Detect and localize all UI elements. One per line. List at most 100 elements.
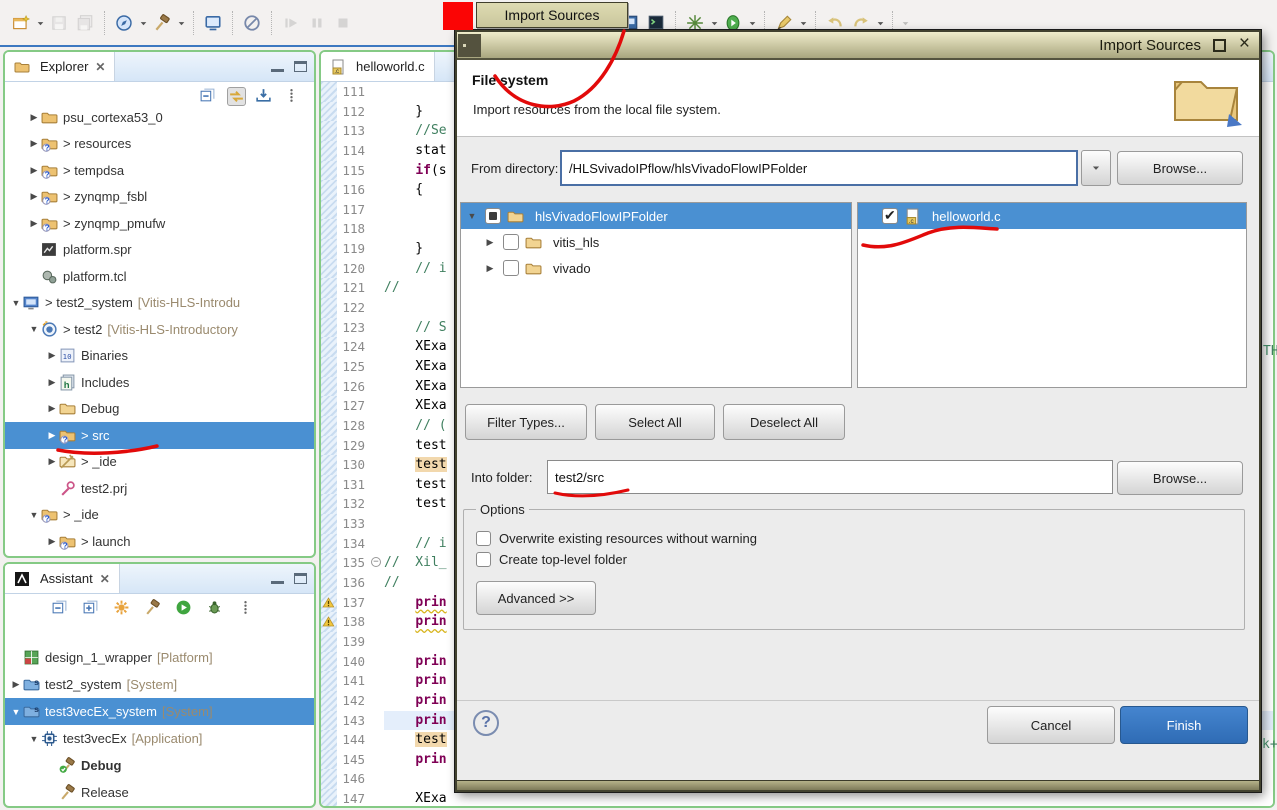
link-with-editor-icon[interactable]	[227, 87, 246, 106]
twisty-icon[interactable]: ▼	[9, 298, 23, 308]
tree-item-platform-tcl[interactable]: platform.tcl	[5, 263, 314, 290]
pause-icon[interactable]	[306, 12, 328, 34]
advanced-button[interactable]: Advanced >>	[476, 581, 596, 615]
twisty-icon[interactable]: ▶	[27, 218, 41, 229]
fold-marker-icon[interactable]: −	[370, 553, 384, 573]
terminal-icon[interactable]	[202, 12, 224, 34]
resume-icon[interactable]	[280, 12, 302, 34]
help-button[interactable]: ?	[473, 710, 499, 736]
source-folder-tree[interactable]: ▼hlsVivadoFlowIPFolder▶vitis_hls▶vivado	[460, 202, 852, 388]
twisty-icon[interactable]: ▼	[27, 324, 41, 334]
twisty-icon[interactable]: ▶	[9, 679, 23, 690]
dialog-close-icon[interactable]: ×	[1239, 33, 1250, 55]
source-file-list[interactable]: .chelloworld.c	[857, 202, 1247, 388]
tree-item-debug[interactable]: ▶Debug	[5, 396, 314, 423]
settings-gear-icon[interactable]	[113, 599, 132, 618]
toplevel-checkbox[interactable]	[476, 552, 491, 567]
twisty-icon[interactable]: ▶	[27, 165, 41, 176]
new-wizard-icon[interactable]	[10, 12, 32, 34]
tab-explorer[interactable]: Explorer ✕	[5, 52, 115, 81]
filter-types-button[interactable]: Filter Types...	[465, 404, 587, 440]
deselect-all-button[interactable]: Deselect All	[723, 404, 845, 440]
tree-item-debug[interactable]: Debug	[5, 752, 314, 779]
overwrite-option[interactable]: Overwrite existing resources without war…	[476, 531, 1232, 546]
from-directory-input[interactable]	[560, 150, 1078, 186]
checkbox-gray[interactable]	[485, 208, 501, 224]
debug-config-icon[interactable]	[113, 12, 135, 34]
twisty-icon[interactable]: ▶	[45, 430, 59, 441]
tree-item-psu-cortexa53-0[interactable]: ▶psu_cortexa53_0	[5, 110, 314, 131]
assistant-tab-close-icon[interactable]: ✕	[100, 572, 110, 586]
tree-item-includes[interactable]: ▶hIncludes	[5, 369, 314, 396]
twisty-icon[interactable]: ▶	[27, 191, 41, 202]
checkbox-unchecked[interactable]	[503, 260, 519, 276]
assistant-view-menu-icon[interactable]	[237, 599, 256, 618]
tree-item-helloworld-c[interactable]: .chelloworld.c	[858, 203, 1246, 229]
tree-item-vivado[interactable]: ▶vivado	[461, 255, 851, 281]
browse-bottom-button[interactable]: Browse...	[1117, 461, 1243, 495]
finish-button[interactable]: Finish	[1120, 706, 1248, 744]
cancel-button[interactable]: Cancel	[987, 706, 1115, 744]
tree-item--ide[interactable]: ▶> _ide	[5, 449, 314, 476]
import-icon[interactable]	[255, 87, 274, 106]
tab-helloworld-c[interactable]: .c helloworld.c	[321, 52, 435, 81]
stop-icon[interactable]	[332, 12, 354, 34]
twisty-icon[interactable]: ▶	[45, 456, 59, 467]
tree-item-tempdsa[interactable]: ▶?> tempdsa	[5, 157, 314, 184]
toplevel-option[interactable]: Create top-level folder	[476, 552, 1232, 567]
tree-item-launch[interactable]: ▶?> launch	[5, 528, 314, 555]
tree-item-test2-system[interactable]: ▼> test2_system[Vitis-HLS-Introdu	[5, 290, 314, 317]
from-directory-dropdown-button[interactable]	[1081, 150, 1111, 186]
dialog-titlebar[interactable]: Import Sources ×	[457, 32, 1259, 60]
into-folder-input[interactable]	[547, 460, 1113, 494]
build-dropdown-icon[interactable]	[175, 12, 187, 34]
assistant-run-icon[interactable]	[175, 599, 194, 618]
tree-item-hlsvivadoflowipfolder[interactable]: ▼hlsVivadoFlowIPFolder	[461, 203, 851, 229]
skip-breakpoints-icon[interactable]	[241, 12, 263, 34]
dialog-maximize-icon[interactable]	[1213, 39, 1226, 52]
collapse-all-icon[interactable]	[199, 87, 218, 106]
tree-item-test2-prj[interactable]: test2.prj	[5, 475, 314, 502]
assistant-maximize-icon[interactable]	[294, 573, 307, 584]
tree-item-test3vecex[interactable]: ▼test3vecEx[Application]	[5, 725, 314, 752]
twisty-icon[interactable]: ▼	[27, 510, 41, 520]
tree-item-zynqmp-fsbl[interactable]: ▶?> zynqmp_fsbl	[5, 184, 314, 211]
checkbox-chk[interactable]	[882, 208, 898, 224]
twisty-icon[interactable]: ▶	[45, 377, 59, 388]
tree-item-release[interactable]: Release	[5, 779, 314, 806]
select-all-button[interactable]: Select All	[595, 404, 715, 440]
tree-item-src[interactable]: ▶?> src	[5, 422, 314, 449]
assistant-minimize-icon[interactable]	[271, 573, 284, 584]
view-menu-icon[interactable]	[283, 87, 302, 106]
save-icon[interactable]	[48, 12, 70, 34]
tree-item-design-1-wrapper[interactable]: design_1_wrapper[Platform]	[5, 644, 314, 671]
assistant-build-icon[interactable]	[144, 599, 163, 618]
debug-config-dropdown-icon[interactable]	[137, 12, 149, 34]
tree-item-zynqmp-pmufw[interactable]: ▶?> zynqmp_pmufw	[5, 210, 314, 237]
explorer-tab-close-icon[interactable]: ✕	[95, 60, 105, 74]
minimize-icon[interactable]	[271, 61, 284, 72]
save-all-icon[interactable]	[74, 12, 96, 34]
assistant-expand-all-icon[interactable]	[82, 599, 101, 618]
maximize-icon[interactable]	[294, 61, 307, 72]
browse-top-button[interactable]: Browse...	[1117, 151, 1243, 185]
tree-item-test3vecex-system[interactable]: ▼stest3vecEx_system[System]	[5, 698, 314, 725]
checkbox-unchecked[interactable]	[503, 234, 519, 250]
assistant-collapse-all-icon[interactable]	[51, 599, 70, 618]
tree-item-test2[interactable]: ▼> test2[Vitis-HLS-Introductory	[5, 316, 314, 343]
twisty-icon[interactable]: ▶	[45, 536, 59, 547]
overwrite-checkbox[interactable]	[476, 531, 491, 546]
twisty-icon[interactable]: ▶	[27, 138, 41, 149]
tree-item-resources[interactable]: ▶?> resources	[5, 131, 314, 158]
twisty-icon[interactable]: ▼	[27, 734, 41, 744]
tree-item-test2-system[interactable]: ▶stest2_system[System]	[5, 671, 314, 698]
tab-assistant[interactable]: Assistant ✕	[5, 564, 120, 593]
tree-item-platform-spr[interactable]: platform.spr	[5, 237, 314, 264]
twisty-icon[interactable]: ▶	[27, 112, 41, 123]
build-hammer-icon[interactable]	[151, 12, 173, 34]
window-menu-icon[interactable]	[458, 34, 481, 57]
twisty-icon[interactable]: ▶	[45, 403, 59, 414]
twisty-icon[interactable]: ▼	[465, 211, 479, 221]
tree-item-vitis-hls[interactable]: ▶vitis_hls	[461, 229, 851, 255]
twisty-icon[interactable]: ▶	[483, 237, 497, 248]
